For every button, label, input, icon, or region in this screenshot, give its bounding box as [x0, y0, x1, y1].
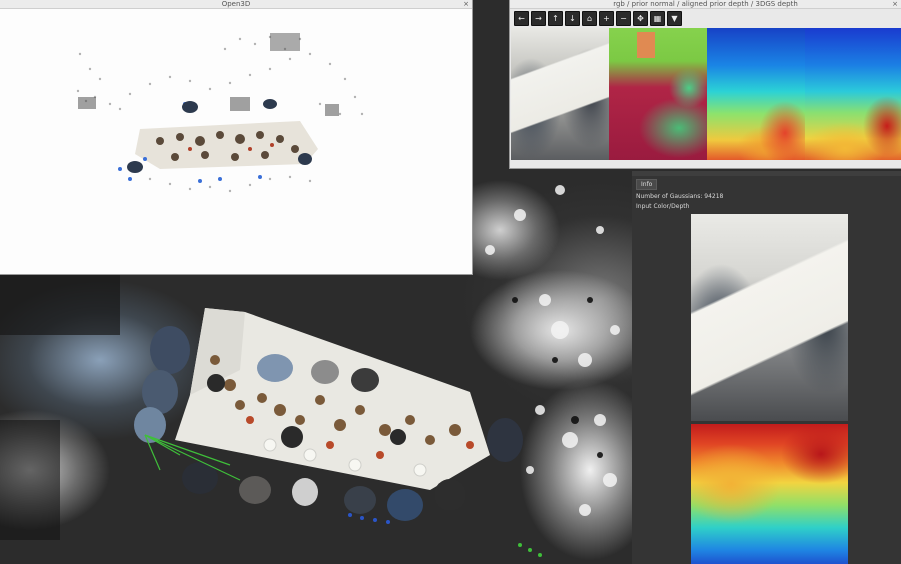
zoom-in-icon[interactable]: +: [599, 11, 614, 26]
gaussian-count: Number of Gaussians: 94218: [636, 193, 724, 200]
prior-normal-image: [609, 28, 707, 160]
arrow-left-icon[interactable]: ←: [514, 11, 529, 26]
image-window-title: rgb / prior normal / aligned prior depth…: [613, 0, 798, 8]
home-icon[interactable]: ⌂: [582, 11, 597, 26]
gui-panel: Info Number of Gaussians: 94218 Input Co…: [632, 171, 901, 564]
arrow-right-icon[interactable]: →: [531, 11, 546, 26]
aligned-prior-depth-image: [707, 28, 805, 160]
image-window-titlebar[interactable]: rgb / prior normal / aligned prior depth…: [510, 0, 901, 9]
panel-header-bar: [632, 171, 901, 176]
grid-icon[interactable]: ▦: [650, 11, 665, 26]
point-cloud-canvas[interactable]: [0, 9, 472, 274]
open3d-titlebar[interactable]: Open3D ×: [0, 0, 472, 9]
3dgs-depth-image: [805, 28, 901, 160]
input-color-image: [691, 214, 848, 421]
input-depth-image: [691, 424, 848, 564]
open3d-window[interactable]: Open3D ×: [0, 0, 472, 274]
image-toolbar: ← → ↑ ↓ ⌂ + − ✥ ▦ ▼: [510, 9, 901, 28]
arrow-up-icon[interactable]: ↑: [548, 11, 563, 26]
rgb-image: [511, 28, 609, 160]
close-icon[interactable]: ×: [463, 0, 469, 8]
tab-info[interactable]: Info: [636, 179, 658, 190]
pan-icon[interactable]: ✥: [633, 11, 648, 26]
zoom-out-icon[interactable]: −: [616, 11, 631, 26]
close-icon[interactable]: ×: [892, 0, 898, 8]
depth-comparison-window[interactable]: rgb / prior normal / aligned prior depth…: [510, 0, 901, 168]
arrow-down-icon[interactable]: ↓: [565, 11, 580, 26]
save-icon[interactable]: ▼: [667, 11, 682, 26]
input-color-depth-label: Input Color/Depth: [636, 203, 690, 210]
window-title: Open3D: [221, 0, 251, 8]
